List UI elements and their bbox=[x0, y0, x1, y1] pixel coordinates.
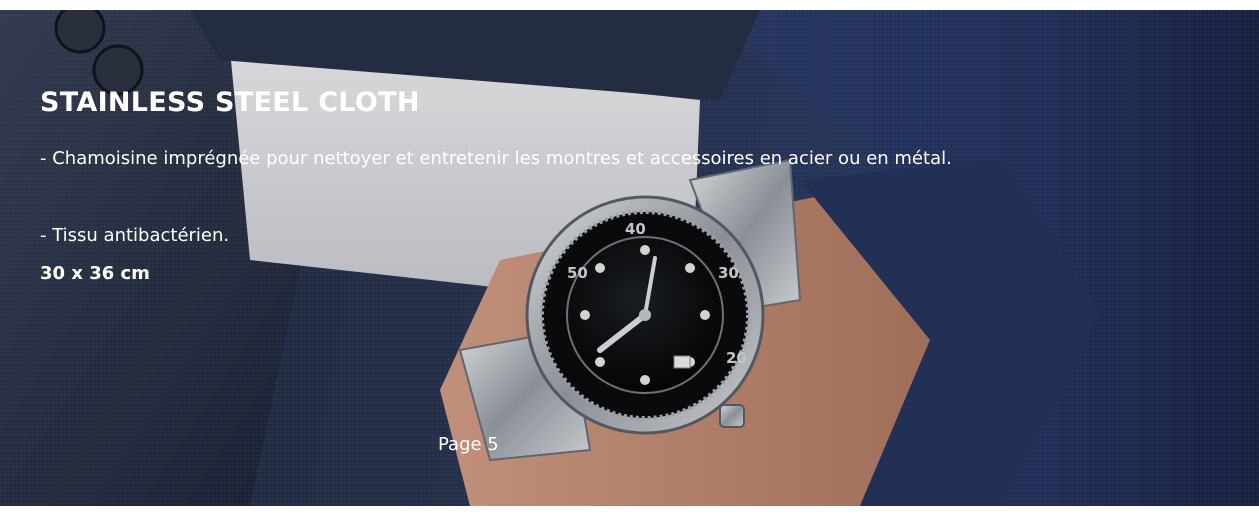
product-description-line-1: - Chamoisine imprégnée pour nettoyer et … bbox=[40, 148, 952, 169]
catalog-page: 40 30 20 50 STAINLESS STEEL CLOTH - Cham… bbox=[0, 0, 1259, 515]
product-dimensions: 30 x 36 cm bbox=[40, 263, 150, 284]
product-title: STAINLESS STEEL CLOTH bbox=[40, 87, 420, 118]
product-description-block: STAINLESS STEEL CLOTH - Chamoisine impré… bbox=[0, 0, 1259, 515]
product-description-line-2: - Tissu antibactérien. bbox=[40, 225, 230, 246]
page-number: Page 5 bbox=[438, 434, 499, 455]
